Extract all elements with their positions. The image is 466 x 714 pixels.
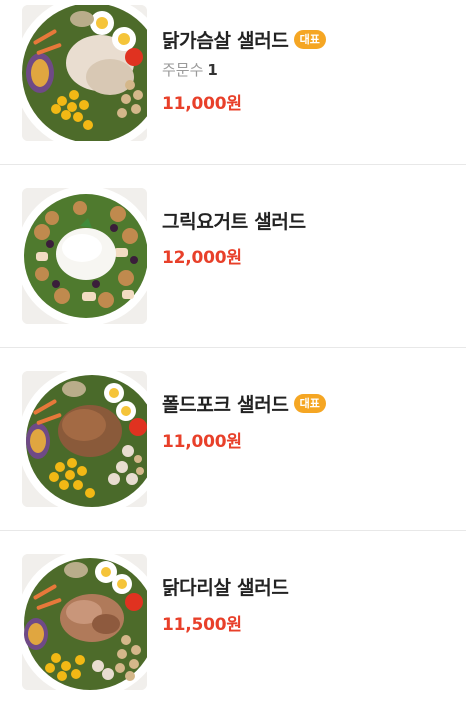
menu-item-name[interactable]: 닭가슴살 샐러드 xyxy=(162,26,289,53)
menu-item-name[interactable]: 닭다리살 샐러드 xyxy=(162,573,289,600)
menu-item-info: 그릭요거트 샐러드 12,000원 xyxy=(162,206,306,269)
salad-photo-icon[interactable] xyxy=(22,5,147,141)
menu-item-chicken-thigh-salad[interactable]: 닭다리살 샐러드 11,500원 xyxy=(0,531,466,714)
signature-badge: 대표 xyxy=(293,29,326,49)
salad-photo-icon[interactable] xyxy=(22,554,147,690)
salad-photo-icon[interactable] xyxy=(22,371,147,507)
menu-item-price: 11,500원 xyxy=(162,615,242,635)
menu-item-pulled-pork-salad[interactable]: 폴드포크 샐러드 대표 11,000원 xyxy=(0,348,466,531)
name-row: 그릭요거트 샐러드 xyxy=(162,206,306,234)
menu-item-info: 폴드포크 샐러드 대표 11,000원 xyxy=(162,389,326,452)
menu-item-info: 닭가슴살 샐러드 대표 주문수 1 11,000원 xyxy=(162,25,326,114)
menu-item-price: 12,000원 xyxy=(162,248,242,268)
menu-list: 닭가슴살 샐러드 대표 주문수 1 11,000원 그릭요거트 샐러드 12,0… xyxy=(0,0,466,714)
name-row: 닭다리살 샐러드 xyxy=(162,572,289,600)
menu-item-price: 11,000원 xyxy=(162,432,242,452)
menu-item-info: 닭다리살 샐러드 11,500원 xyxy=(162,572,289,636)
menu-item-chicken-breast-salad[interactable]: 닭가슴살 샐러드 대표 주문수 1 11,000원 xyxy=(0,0,466,165)
order-count-label: 주문수 xyxy=(162,61,204,79)
menu-item-price: 11,000원 xyxy=(162,94,242,114)
menu-item-name[interactable]: 폴드포크 샐러드 xyxy=(162,390,289,417)
menu-item-greek-yogurt-salad[interactable]: 그릭요거트 샐러드 12,000원 xyxy=(0,165,466,348)
menu-item-name[interactable]: 그릭요거트 샐러드 xyxy=(162,207,306,234)
order-count-value: 1 xyxy=(207,61,218,79)
salad-photo-icon[interactable] xyxy=(22,188,147,324)
signature-badge: 대표 xyxy=(293,393,326,413)
name-row: 닭가슴살 샐러드 대표 xyxy=(162,25,326,53)
order-count: 주문수 1 xyxy=(162,59,326,80)
name-row: 폴드포크 샐러드 대표 xyxy=(162,389,326,417)
